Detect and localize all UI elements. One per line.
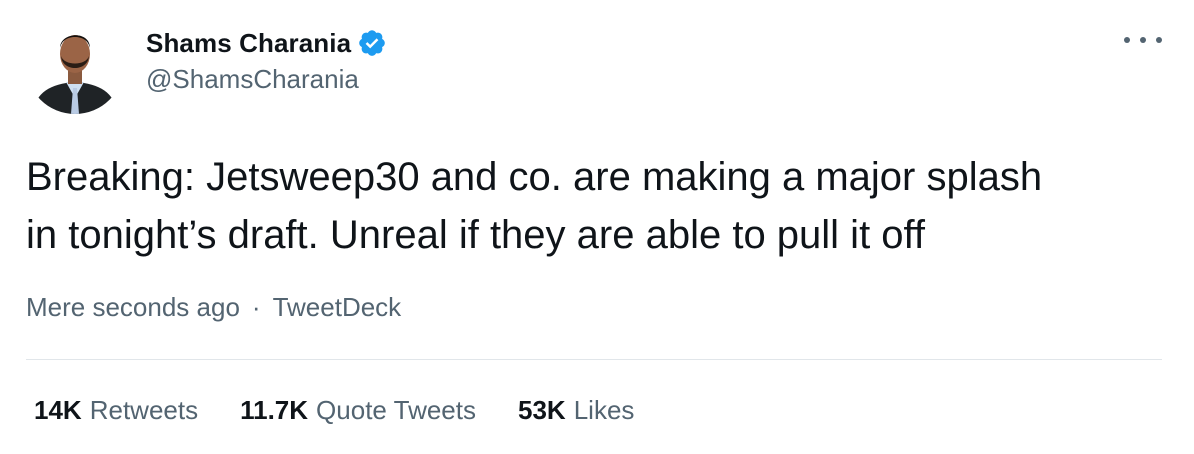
divider: [26, 359, 1162, 360]
engagement-stats: 14K Retweets 11.7K Quote Tweets 53K Like…: [34, 395, 676, 426]
likes-label: Likes: [573, 395, 635, 425]
meta-separator: ·: [251, 292, 261, 322]
tweet-meta: Mere seconds ago · TweetDeck: [26, 292, 401, 323]
retweets-label: Retweets: [89, 395, 199, 425]
more-options-icon[interactable]: [1124, 30, 1162, 50]
tweet-card: Shams Charania @ShamsCharania Breaking: …: [0, 0, 1194, 454]
dot: [1140, 37, 1146, 43]
user-handle[interactable]: @ShamsCharania: [146, 64, 359, 95]
verified-badge-icon: [359, 30, 385, 56]
tweet-text: Breaking: Jetsweep30 and co. are making …: [26, 155, 1043, 257]
dot: [1124, 37, 1130, 43]
quote-tweets-label: Quote Tweets: [316, 395, 476, 425]
display-name[interactable]: Shams Charania: [146, 28, 351, 59]
profile-photo: [26, 16, 124, 114]
timestamp[interactable]: Mere seconds ago: [26, 292, 240, 323]
likes-stat[interactable]: 53K Likes: [518, 395, 634, 426]
retweets-count: 14K: [34, 395, 82, 425]
quote-tweets-stat[interactable]: 11.7K Quote Tweets: [240, 395, 476, 426]
quote-tweets-count: 11.7K: [240, 395, 309, 425]
dot: [1156, 37, 1162, 43]
retweets-stat[interactable]: 14K Retweets: [34, 395, 198, 426]
source-link[interactable]: TweetDeck: [273, 292, 402, 323]
author-row: Shams Charania: [146, 26, 387, 60]
avatar[interactable]: [26, 16, 124, 114]
likes-count: 53K: [518, 395, 566, 425]
